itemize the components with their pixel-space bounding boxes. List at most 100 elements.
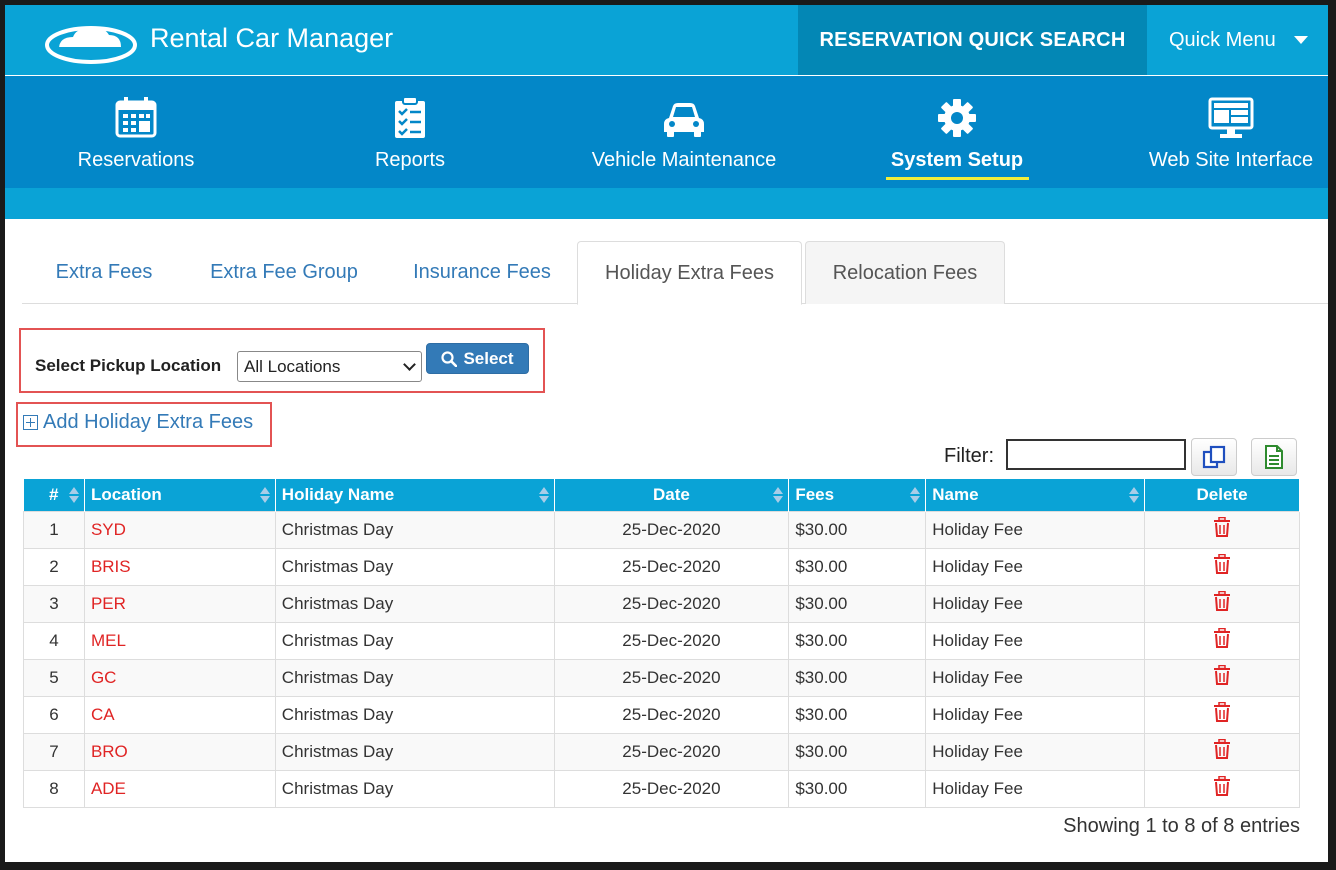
cell-location-link[interactable]: CA	[83, 695, 276, 734]
cell-number: 6	[23, 695, 85, 734]
sort-icon	[259, 487, 270, 503]
cell-holiday-name: Christmas Day	[274, 584, 555, 623]
cell-holiday-name: Christmas Day	[274, 547, 555, 586]
trash-icon[interactable]	[1213, 701, 1231, 722]
cell-delete	[1144, 695, 1300, 734]
nav-label: Web Site Interface	[1148, 149, 1314, 171]
trash-icon[interactable]	[1213, 516, 1231, 537]
cell-holiday-name: Christmas Day	[274, 621, 555, 660]
cell-location-link[interactable]: BRO	[83, 732, 276, 771]
cell-location-link[interactable]: MEL	[83, 621, 276, 660]
cell-number: 8	[23, 769, 85, 808]
cloud-car-logo-icon	[45, 26, 137, 64]
sort-icon	[538, 487, 549, 503]
quick-menu-dropdown[interactable]: Quick Menu	[1147, 5, 1328, 75]
cell-location-link[interactable]: ADE	[83, 769, 276, 808]
nav-item-reports[interactable]: Reports	[335, 76, 485, 188]
sort-icon	[773, 487, 784, 503]
column-header-number[interactable]: #	[23, 479, 85, 511]
column-header-location[interactable]: Location	[84, 479, 276, 511]
table-row: 5 GC Christmas Day 25-Dec-2020 $30.00 Ho…	[23, 658, 1300, 697]
cell-location-link[interactable]: BRIS	[83, 547, 276, 586]
cell-location-link[interactable]: GC	[83, 658, 276, 697]
select-button-label: Select	[463, 348, 514, 368]
cell-delete	[1144, 769, 1300, 808]
app-window: Rental Car Manager RESERVATION QUICK SEA…	[5, 5, 1328, 862]
trash-icon[interactable]	[1213, 627, 1231, 648]
pickup-location-select[interactable]: All Locations	[237, 351, 422, 382]
export-csv-button[interactable]	[1251, 438, 1297, 476]
table-row: 2 BRIS Christmas Day 25-Dec-2020 $30.00 …	[23, 547, 1300, 586]
cell-delete	[1144, 547, 1300, 586]
column-header-date[interactable]: Date	[554, 479, 790, 511]
column-header-name[interactable]: Name	[925, 479, 1146, 511]
holiday-fees-table: # Location Holiday Name Date Fees Name D…	[23, 479, 1300, 808]
nav-item-reservations[interactable]: Reservations	[51, 76, 221, 188]
cell-name: Holiday Fee	[925, 547, 1146, 586]
reservation-quick-search-button[interactable]: RESERVATION QUICK SEARCH	[798, 5, 1147, 75]
cell-delete	[1144, 658, 1300, 697]
trash-icon[interactable]	[1213, 553, 1231, 574]
nav-item-system-setup[interactable]: System Setup	[871, 76, 1043, 188]
sort-icon	[910, 487, 921, 503]
chevron-down-icon	[403, 358, 416, 371]
pickup-location-value: All Locations	[244, 356, 341, 376]
cell-date: 25-Dec-2020	[553, 658, 790, 697]
copy-icon	[1202, 445, 1226, 469]
cell-delete	[1144, 584, 1300, 623]
plus-square-icon	[23, 415, 38, 430]
cell-holiday-name: Christmas Day	[274, 658, 555, 697]
cell-date: 25-Dec-2020	[553, 732, 790, 771]
add-link-label: Add Holiday Extra Fees	[43, 411, 254, 433]
tab-relocation-fees[interactable]: Relocation Fees	[805, 241, 1005, 304]
add-holiday-extra-fees-link[interactable]: Add Holiday Extra Fees	[23, 411, 253, 434]
tab-insurance-fees[interactable]: Insurance Fees	[392, 241, 572, 304]
cell-fees: $30.00	[788, 769, 927, 808]
monitor-icon	[1208, 97, 1254, 138]
cell-date: 25-Dec-2020	[553, 695, 790, 734]
cell-name: Holiday Fee	[925, 695, 1146, 734]
table-row: 3 PER Christmas Day 25-Dec-2020 $30.00 H…	[23, 584, 1300, 623]
cell-date: 25-Dec-2020	[553, 621, 790, 660]
table-row: 4 MEL Christmas Day 25-Dec-2020 $30.00 H…	[23, 621, 1300, 660]
nav-item-web-site-interface[interactable]: Web Site Interface	[1141, 76, 1321, 188]
cell-location-link[interactable]: SYD	[83, 510, 276, 549]
cell-date: 25-Dec-2020	[553, 584, 790, 623]
cell-holiday-name: Christmas Day	[274, 732, 555, 771]
fee-tabs: Extra Fees Extra Fee Group Insurance Fee…	[22, 241, 1328, 305]
main-nav: Reservations Reports Vehicle Maintenance…	[5, 76, 1328, 188]
select-button[interactable]: Select	[426, 343, 529, 374]
cell-holiday-name: Christmas Day	[274, 510, 555, 549]
trash-icon[interactable]	[1213, 775, 1231, 796]
tab-extra-fee-group[interactable]: Extra Fee Group	[186, 241, 382, 304]
top-header: Rental Car Manager RESERVATION QUICK SEA…	[5, 5, 1328, 75]
table-info-text: Showing 1 to 8 of 8 entries	[1063, 815, 1300, 837]
trash-icon[interactable]	[1213, 664, 1231, 685]
column-header-delete: Delete	[1144, 479, 1300, 511]
sort-icon	[68, 487, 79, 503]
clipboard-checklist-icon	[395, 96, 425, 138]
trash-icon[interactable]	[1213, 590, 1231, 611]
column-header-holiday-name[interactable]: Holiday Name	[275, 479, 555, 511]
calendar-icon	[115, 97, 157, 138]
table-row: 7 BRO Christmas Day 25-Dec-2020 $30.00 H…	[23, 732, 1300, 771]
cell-date: 25-Dec-2020	[553, 510, 790, 549]
cell-location-link[interactable]: PER	[83, 584, 276, 623]
trash-icon[interactable]	[1213, 738, 1231, 759]
column-header-fees[interactable]: Fees	[788, 479, 927, 511]
nav-item-vehicle-maintenance[interactable]: Vehicle Maintenance	[585, 76, 783, 188]
table-row: 8 ADE Christmas Day 25-Dec-2020 $30.00 H…	[23, 769, 1300, 808]
copy-button[interactable]	[1191, 438, 1237, 476]
caret-down-icon	[1294, 36, 1308, 44]
tab-holiday-extra-fees[interactable]: Holiday Extra Fees	[577, 241, 802, 305]
cell-date: 25-Dec-2020	[553, 769, 790, 808]
nav-label: Reservations	[77, 149, 195, 171]
filter-input[interactable]	[1006, 439, 1186, 470]
cell-name: Holiday Fee	[925, 621, 1146, 660]
cell-fees: $30.00	[788, 510, 927, 549]
cell-delete	[1144, 621, 1300, 660]
tab-extra-fees[interactable]: Extra Fees	[30, 241, 178, 304]
cell-fees: $30.00	[788, 584, 927, 623]
table-header-row: # Location Holiday Name Date Fees Name D…	[23, 479, 1300, 511]
cell-number: 1	[23, 510, 85, 549]
